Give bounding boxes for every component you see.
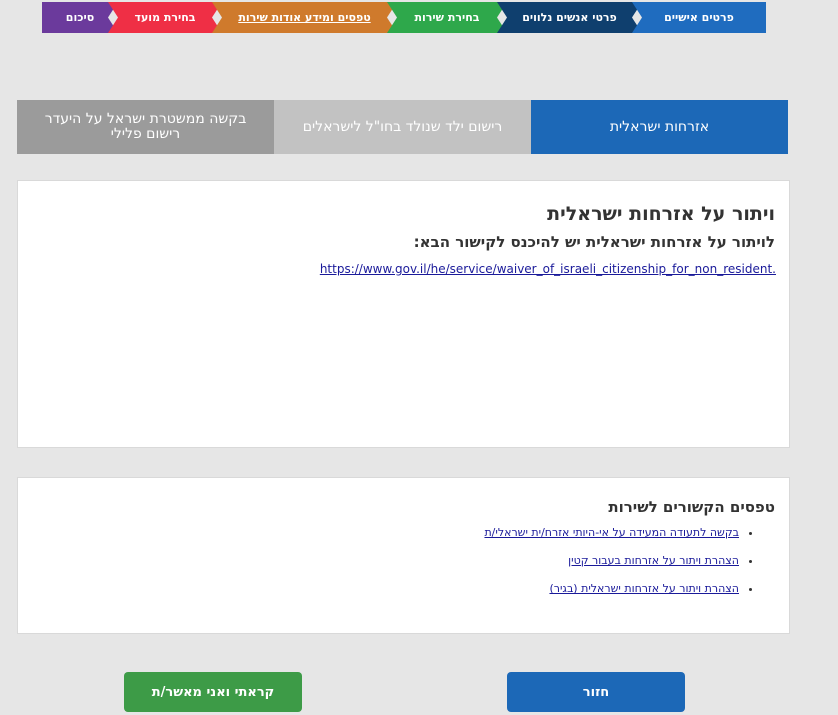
service-info-panel: ויתור על אזרחות ישראלית לויתור על אזרחות… xyxy=(17,180,790,448)
form-link-non-citizenship-certificate[interactable]: בקשה לתעודה המעידה על אי-היותי אזרח/ית י… xyxy=(484,526,739,539)
tab-police-record-label: בקשה ממשטרת ישראל על היעדר רישום פלילי xyxy=(44,111,247,142)
step-choose-service-label: בחירת שירות xyxy=(414,11,480,24)
step-personal-details-label: פרטים אישיים xyxy=(664,11,734,24)
related-forms-title: טפסים הקשורים לשירות xyxy=(608,498,775,516)
service-tabs: אזרחות ישראלית רישום ילד שנולד בחו"ל ליש… xyxy=(17,100,788,154)
tab-child-born-abroad[interactable]: רישום ילד שנולד בחו"ל לישראלים xyxy=(274,100,531,154)
tab-child-born-abroad-label: רישום ילד שנולד בחו"ל לישראלים xyxy=(302,118,503,135)
step-choose-date-label: בחירת מועד xyxy=(134,11,196,24)
service-instructions: לויתור על אזרחות ישראלית יש להיכנס לקישו… xyxy=(413,233,775,251)
step-summary[interactable]: סיכום xyxy=(42,2,118,33)
form-link-adult-waiver[interactable]: הצהרת ויתור על אזרחות ישראלית (בגיר) xyxy=(549,582,739,595)
step-forms-info[interactable]: טפסים ומידע אודות שירות xyxy=(212,2,397,33)
tab-israeli-citizenship-label: אזרחות ישראלית xyxy=(609,118,710,135)
step-choose-date[interactable]: בחירת מועד xyxy=(108,2,222,33)
step-personal-details[interactable]: פרטים אישיים xyxy=(632,2,766,33)
step-accompanying-persons-label: פרטי אנשים נלווים xyxy=(522,11,617,24)
back-button[interactable]: חזור xyxy=(507,672,685,712)
related-forms-panel: טפסים הקשורים לשירות בקשה לתעודה המעידה … xyxy=(17,477,790,634)
tab-israeli-citizenship[interactable]: אזרחות ישראלית xyxy=(531,100,788,154)
form-link-minor-waiver[interactable]: הצהרת ויתור על אזרחות בעבור קטין xyxy=(568,554,739,567)
related-forms-list: בקשה לתעודה המעידה על אי-היותי אזרח/ית י… xyxy=(484,526,755,610)
list-item: הצהרת ויתור על אזרחות בעבור קטין xyxy=(484,554,739,582)
list-item: בקשה לתעודה המעידה על אי-היותי אזרח/ית י… xyxy=(484,526,739,554)
step-choose-service[interactable]: בחירת שירות xyxy=(387,2,507,33)
page-title: ויתור על אזרחות ישראלית xyxy=(547,203,775,225)
step-summary-label: סיכום xyxy=(65,11,95,24)
step-forms-info-label: טפסים ומידע אודות שירות xyxy=(238,11,371,24)
tab-police-record[interactable]: בקשה ממשטרת ישראל על היעדר רישום פלילי xyxy=(17,100,274,154)
list-item: הצהרת ויתור על אזרחות ישראלית (בגיר) xyxy=(484,582,739,610)
confirm-button[interactable]: קראתי ואני מאשר/ת xyxy=(124,672,302,712)
step-accompanying-persons[interactable]: פרטי אנשים נלווים xyxy=(497,2,642,33)
waiver-service-link[interactable]: https://www.gov.il/he/service/waiver_of_… xyxy=(320,262,776,276)
step-progress-bar: סיכום בחירת מועד טפסים ומידע אודות שירות… xyxy=(42,2,766,33)
